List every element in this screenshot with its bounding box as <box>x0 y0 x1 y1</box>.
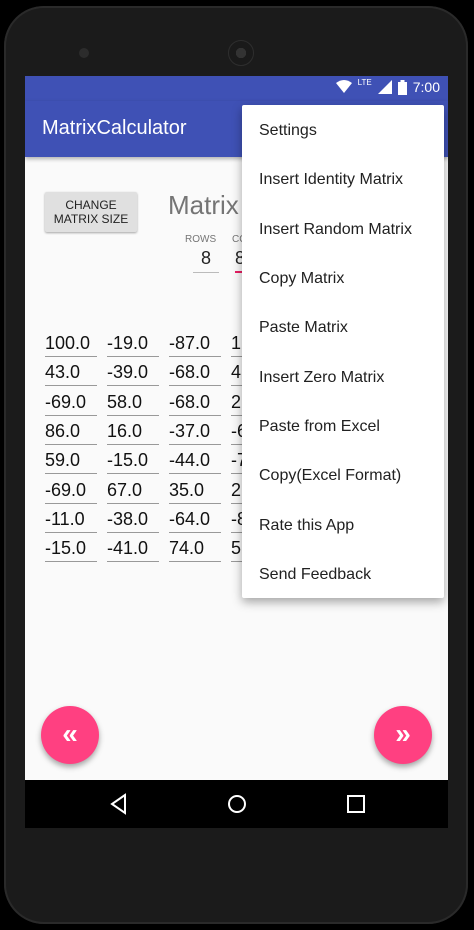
recents-icon[interactable] <box>344 792 368 816</box>
change-matrix-size-button[interactable]: CHANGE MATRIX SIZE <box>45 192 137 232</box>
previous-button[interactable]: « <box>41 706 99 764</box>
matrix-cell[interactable]: -68.0 <box>169 392 221 416</box>
matrix-cell[interactable]: 59.0 <box>45 450 97 474</box>
matrix-title: Matrix <box>168 190 239 220</box>
change-size-label-line2: MATRIX SIZE <box>53 212 129 226</box>
change-size-label-line1: CHANGE <box>65 198 117 212</box>
front-camera <box>79 48 89 58</box>
matrix-cell[interactable]: -39.0 <box>107 362 159 386</box>
matrix-cell[interactable]: -15.0 <box>45 538 97 562</box>
signal-icon <box>377 80 392 94</box>
menu-item-rate-app[interactable]: Rate this App <box>259 517 354 535</box>
menu-item-copy-excel-format[interactable]: Copy(Excel Format) <box>259 467 401 485</box>
matrix-cell[interactable]: -69.0 <box>45 392 97 416</box>
navigation-bar <box>25 780 448 828</box>
rows-label: ROWS <box>185 234 217 245</box>
matrix-cell[interactable]: 100.0 <box>45 333 97 357</box>
menu-item-send-feedback[interactable]: Send Feedback <box>259 566 371 584</box>
matrix-cell[interactable]: 35.0 <box>169 480 221 504</box>
chevron-left-icon: « <box>62 718 78 749</box>
matrix-cell[interactable]: -64.0 <box>169 509 221 533</box>
lte-icon: LTE <box>357 77 372 87</box>
matrix-cell[interactable]: -68.0 <box>169 362 221 386</box>
matrix-cell[interactable]: 74.0 <box>169 538 221 562</box>
matrix-cell[interactable]: -11.0 <box>45 509 97 533</box>
menu-item-insert-zero-matrix[interactable]: Insert Zero Matrix <box>259 369 384 387</box>
matrix-cell[interactable]: 43.0 <box>45 362 97 386</box>
menu-item-copy-matrix[interactable]: Copy Matrix <box>259 270 344 288</box>
wifi-icon <box>335 80 352 93</box>
menu-item-settings[interactable]: Settings <box>259 122 317 140</box>
matrix-cell[interactable]: -41.0 <box>107 538 159 562</box>
app-title: MatrixCalculator <box>42 117 187 139</box>
next-button[interactable]: » <box>374 706 432 764</box>
chevron-right-icon: » <box>395 718 411 749</box>
matrix-cell[interactable]: 58.0 <box>107 392 159 416</box>
matrix-cell[interactable]: -44.0 <box>169 450 221 474</box>
menu-item-paste-from-excel[interactable]: Paste from Excel <box>259 418 380 436</box>
menu-item-insert-identity-matrix[interactable]: Insert Identity Matrix <box>259 171 403 189</box>
app-screen: LTE 7:00 MatrixCalculator CHANGE MATRIX … <box>25 76 448 828</box>
rows-input[interactable]: 8 <box>193 248 219 273</box>
menu-item-paste-matrix[interactable]: Paste Matrix <box>259 319 348 337</box>
matrix-cell[interactable]: 86.0 <box>45 421 97 445</box>
matrix-cell[interactable]: -69.0 <box>45 480 97 504</box>
home-icon[interactable] <box>225 792 249 816</box>
matrix-cell[interactable]: -15.0 <box>107 450 159 474</box>
matrix-cell[interactable]: -37.0 <box>169 421 221 445</box>
matrix-cell[interactable]: 16.0 <box>107 421 159 445</box>
menu-item-insert-random-matrix[interactable]: Insert Random Matrix <box>259 221 412 239</box>
back-icon[interactable] <box>107 792 131 816</box>
matrix-cell[interactable]: -19.0 <box>107 333 159 357</box>
overflow-menu: Settings Insert Identity Matrix Insert R… <box>242 105 444 598</box>
status-time: 7:00 <box>412 79 440 95</box>
status-bar: LTE 7:00 <box>25 76 448 101</box>
battery-icon <box>397 79 407 95</box>
matrix-cell[interactable]: -87.0 <box>169 333 221 357</box>
matrix-cell[interactable]: -38.0 <box>107 509 159 533</box>
matrix-cell[interactable]: 67.0 <box>107 480 159 504</box>
earpiece-speaker <box>228 40 254 66</box>
